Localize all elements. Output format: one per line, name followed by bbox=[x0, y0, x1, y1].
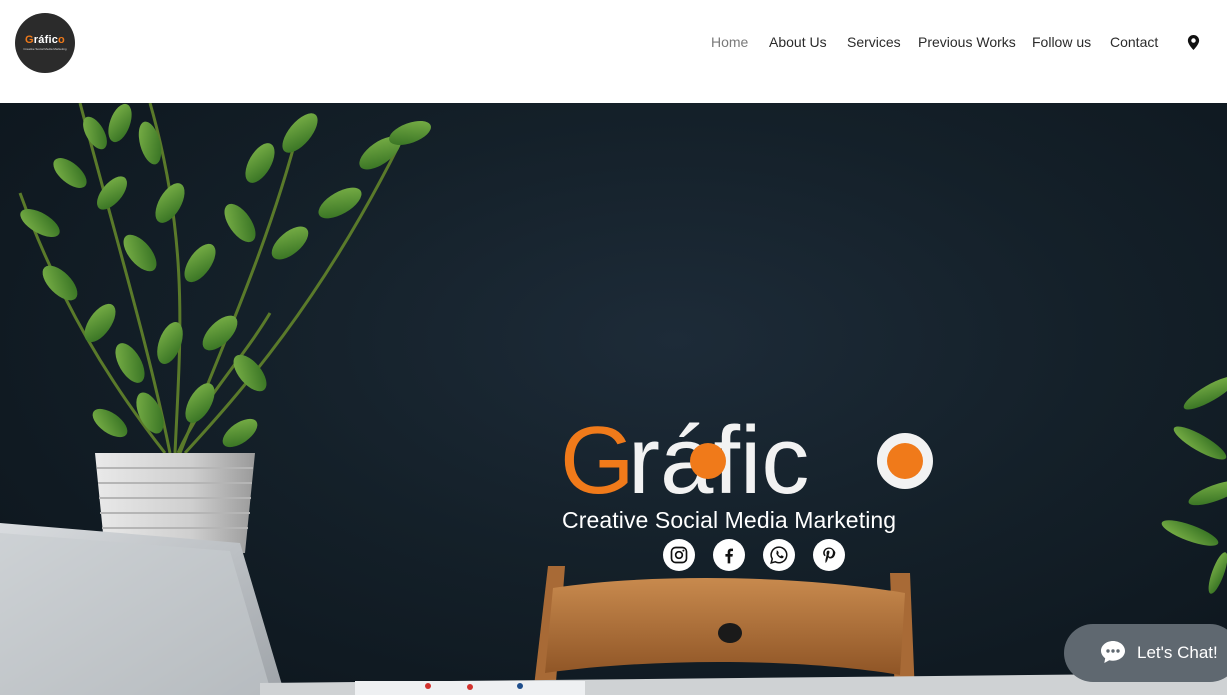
site-logo[interactable]: Gráfico Creative Social Media Marketing bbox=[15, 13, 75, 73]
instagram-button[interactable] bbox=[663, 539, 695, 571]
desk-items bbox=[355, 681, 585, 695]
hero-section: G ráfic Creative Social Media Marketing bbox=[0, 103, 1227, 695]
map-pin-icon[interactable] bbox=[1187, 35, 1200, 50]
lets-chat-button[interactable]: Let's Chat! bbox=[1064, 624, 1227, 682]
hero-brand-wordmark: G ráfic bbox=[560, 407, 933, 503]
instagram-icon bbox=[670, 546, 688, 564]
nav-home[interactable]: Home bbox=[711, 33, 748, 51]
site-header: Gráfico Creative Social Media Marketing … bbox=[0, 0, 1227, 103]
wooden-chair bbox=[533, 566, 915, 695]
brand-dot-a bbox=[690, 443, 726, 479]
brand-dot-o bbox=[887, 443, 923, 479]
right-plant bbox=[1161, 376, 1227, 594]
hero-tagline: Creative Social Media Marketing bbox=[562, 507, 897, 533]
nav-contact[interactable]: Contact bbox=[1110, 33, 1158, 51]
pinterest-button[interactable] bbox=[813, 539, 845, 571]
nav-follow-us[interactable]: Follow us bbox=[1032, 33, 1091, 51]
chat-label: Let's Chat! bbox=[1137, 643, 1218, 662]
nav-about-us[interactable]: About Us bbox=[769, 33, 827, 51]
nav-services[interactable]: Services bbox=[847, 33, 901, 51]
facebook-button[interactable] bbox=[713, 539, 745, 571]
logo-tagline: Creative Social Media Marketing bbox=[23, 47, 67, 51]
brand-letter-g: G bbox=[560, 407, 635, 503]
chat-bubble-icon bbox=[1101, 641, 1125, 663]
logo-wordmark: Gráfico bbox=[25, 34, 65, 46]
whatsapp-icon bbox=[770, 546, 788, 564]
plant-leaves bbox=[20, 103, 431, 448]
hero-background-scene bbox=[0, 103, 1227, 695]
pinterest-icon bbox=[823, 547, 836, 563]
whatsapp-button[interactable] bbox=[763, 539, 795, 571]
facebook-icon bbox=[725, 548, 733, 564]
nav-previous-works[interactable]: Previous Works bbox=[918, 33, 1016, 51]
logo-wordmark-rest: ráfic bbox=[33, 34, 59, 46]
